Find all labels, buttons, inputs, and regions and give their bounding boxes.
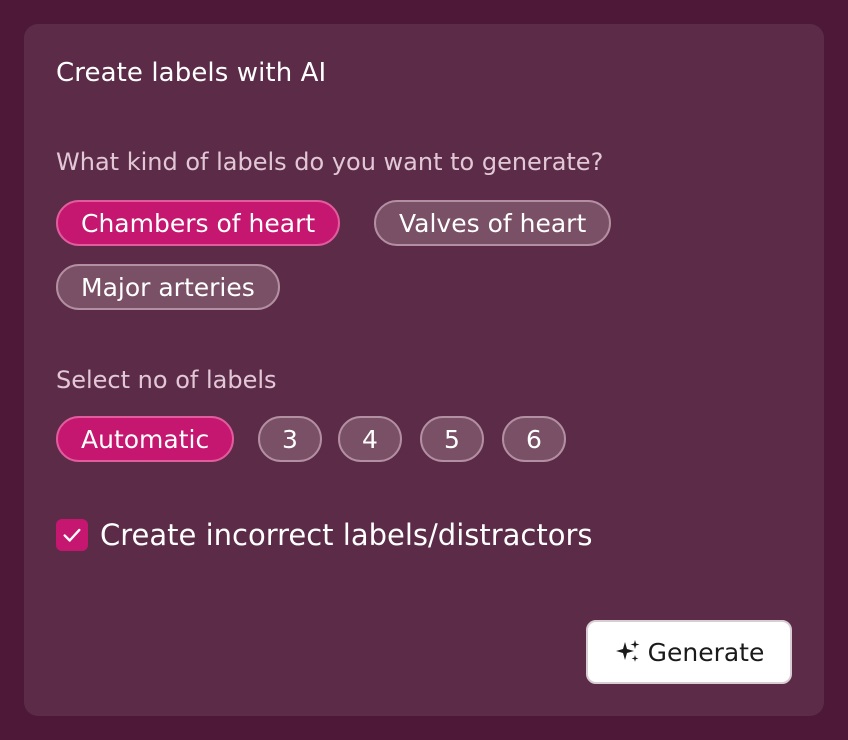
chip-count-5[interactable]: 5: [420, 416, 484, 462]
chip-valves-of-heart[interactable]: Valves of heart: [374, 200, 612, 246]
sparkle-icon: [615, 640, 640, 662]
generate-label: Generate: [647, 637, 765, 667]
label-kind-question: What kind of labels do you want to gener…: [56, 148, 604, 176]
distractors-label: Create incorrect labels/distractors: [100, 518, 593, 552]
dialog-backdrop: Create labels with AI What kind of label…: [0, 0, 848, 740]
create-labels-dialog: Create labels with AI What kind of label…: [24, 24, 824, 716]
label-count-question: Select no of labels: [56, 366, 277, 394]
chip-count-6[interactable]: 6: [502, 416, 566, 462]
chip-count-3[interactable]: 3: [258, 416, 322, 462]
distractors-toggle[interactable]: Create incorrect labels/distractors: [56, 518, 593, 552]
chip-chambers-of-heart[interactable]: Chambers of heart: [56, 200, 341, 246]
chip-automatic[interactable]: Automatic: [56, 416, 235, 462]
dialog-title: Create labels with AI: [56, 58, 327, 88]
check-icon: [63, 528, 81, 542]
chip-count-4[interactable]: 4: [338, 416, 402, 462]
chip-major-arteries[interactable]: Major arteries: [56, 264, 280, 310]
distractors-checkbox[interactable]: [56, 519, 88, 551]
generate-button[interactable]: Generate: [586, 620, 792, 684]
